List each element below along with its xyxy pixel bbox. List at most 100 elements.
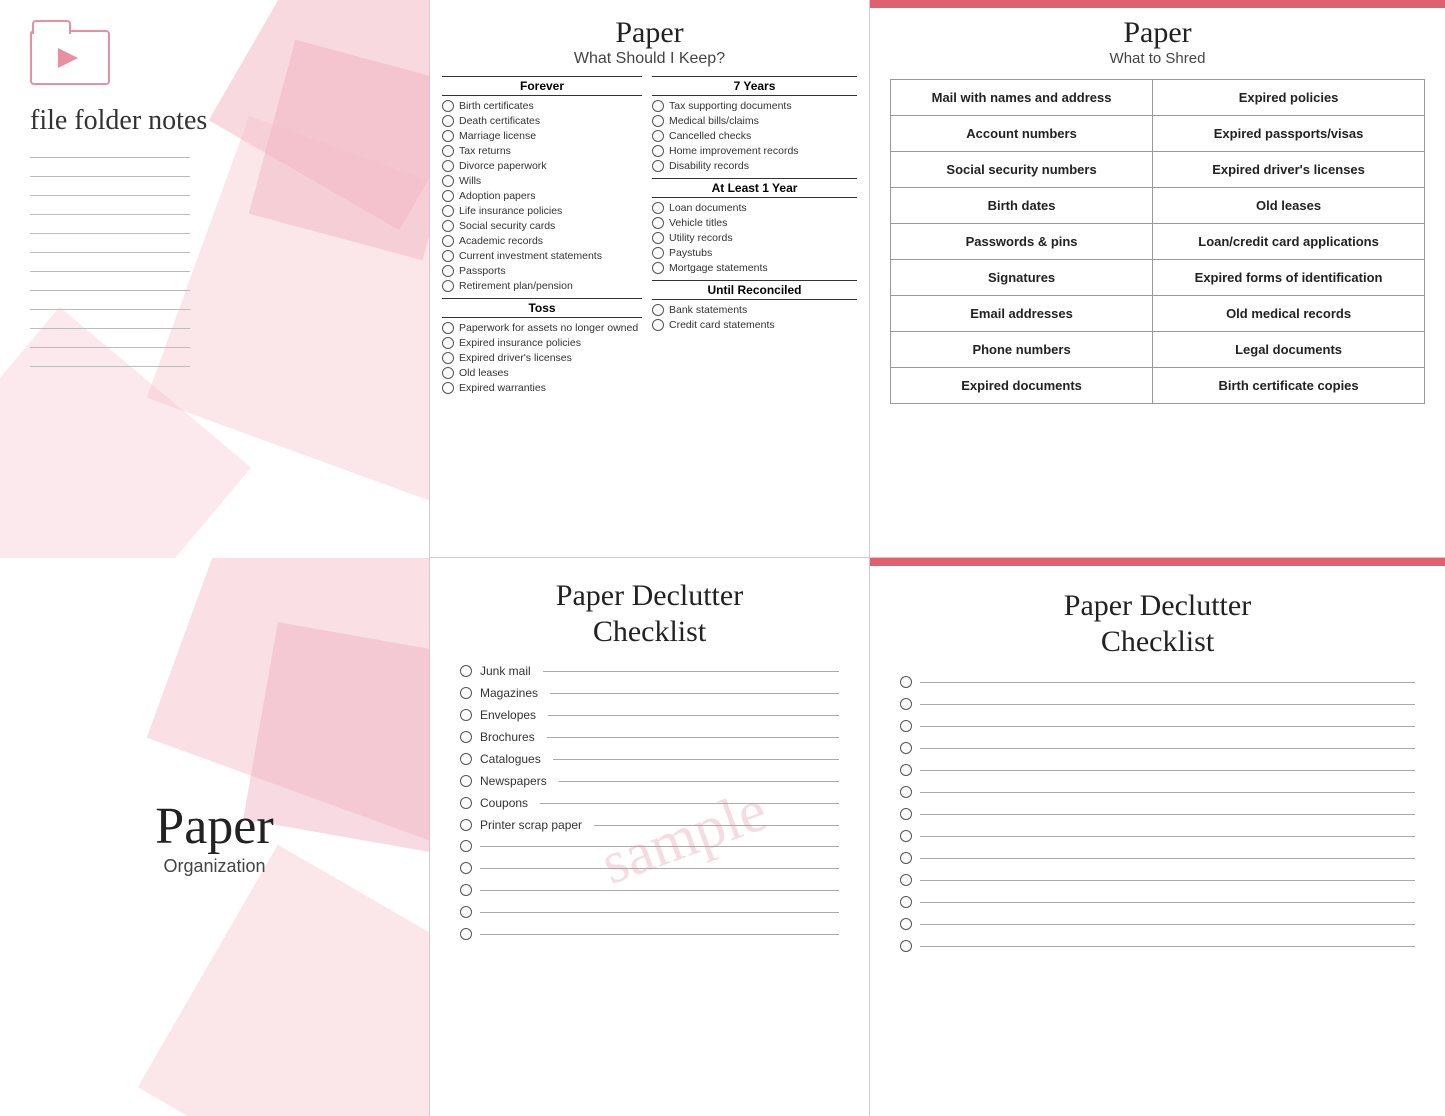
checkbox-icon bbox=[900, 830, 912, 842]
blank-item bbox=[460, 862, 839, 874]
org-pink-deco-3 bbox=[138, 845, 430, 1116]
list-item: Retirement plan/pension bbox=[442, 280, 642, 292]
checkbox-icon bbox=[460, 840, 472, 852]
declutter2-title: Paper DeclutterChecklist bbox=[900, 588, 1415, 660]
checkbox-icon bbox=[900, 918, 912, 930]
blank-item bbox=[460, 840, 839, 852]
list-item: Academic records bbox=[442, 235, 642, 247]
checkbox-icon bbox=[900, 676, 912, 688]
shred-cell: Birth dates bbox=[891, 188, 1153, 224]
list-item: Printer scrap paper bbox=[460, 818, 839, 832]
shred-cell: Old medical records bbox=[1153, 296, 1425, 332]
list-item: Home improvement records bbox=[652, 145, 857, 157]
checkbox-icon bbox=[900, 940, 912, 952]
list-item: Tax returns bbox=[442, 145, 642, 157]
folder-line bbox=[30, 176, 190, 177]
list-item: Mortgage statements bbox=[652, 262, 857, 274]
paper-shred-panel: Paper What to Shred Mail with names and … bbox=[870, 0, 1445, 558]
list-item: Disability records bbox=[652, 160, 857, 172]
folder-icon bbox=[30, 30, 110, 85]
checkbox-icon bbox=[900, 874, 912, 886]
checkbox-icon bbox=[460, 665, 472, 677]
list-item: Magazines bbox=[460, 686, 839, 700]
checkbox-icon bbox=[652, 319, 664, 331]
declutter-checklist-panel: sample Paper DeclutterChecklist Junk mai… bbox=[430, 558, 870, 1116]
list-item: Vehicle titles bbox=[652, 217, 857, 229]
checkbox-icon bbox=[652, 130, 664, 142]
toss-header: Toss bbox=[442, 298, 642, 318]
list-item: Cancelled checks bbox=[652, 130, 857, 142]
declutter-title: Paper DeclutterChecklist bbox=[460, 578, 839, 650]
checkbox-icon bbox=[460, 928, 472, 940]
checkbox-icon bbox=[442, 250, 454, 262]
checkbox-icon bbox=[900, 786, 912, 798]
blank-item bbox=[900, 786, 1415, 798]
blank-item bbox=[900, 676, 1415, 688]
folder-line bbox=[30, 233, 190, 234]
shred-cell: Expired passports/visas bbox=[1153, 116, 1425, 152]
list-item: Catalogues bbox=[460, 752, 839, 766]
shred-cell: Account numbers bbox=[891, 116, 1153, 152]
table-row: Account numbers Expired passports/visas bbox=[891, 116, 1425, 152]
shred-cell: Phone numbers bbox=[891, 332, 1153, 368]
list-item: Junk mail bbox=[460, 664, 839, 678]
pink-accent bbox=[870, 0, 1445, 8]
list-item: Current investment statements bbox=[442, 250, 642, 262]
paper-organization-panel: Paper Organization bbox=[0, 558, 430, 1116]
list-item: Wills bbox=[442, 175, 642, 187]
blank-item bbox=[900, 940, 1415, 952]
panel2-title: Paper bbox=[442, 16, 857, 50]
table-row: Birth dates Old leases bbox=[891, 188, 1425, 224]
checkbox-icon bbox=[442, 145, 454, 157]
checkbox-icon bbox=[460, 775, 472, 787]
seven-years-header: 7 Years bbox=[652, 76, 857, 96]
list-item: Credit card statements bbox=[652, 319, 857, 331]
list-item: Newspapers bbox=[460, 774, 839, 788]
shred-cell: Legal documents bbox=[1153, 332, 1425, 368]
table-row: Social security numbers Expired driver's… bbox=[891, 152, 1425, 188]
blank-item bbox=[900, 896, 1415, 908]
list-item: Divorce paperwork bbox=[442, 160, 642, 172]
checkbox-icon bbox=[442, 190, 454, 202]
list-item: Medical bills/claims bbox=[652, 115, 857, 127]
shred-cell: Expired policies bbox=[1153, 80, 1425, 116]
table-row: Expired documents Birth certificate copi… bbox=[891, 368, 1425, 404]
checkbox-icon bbox=[460, 884, 472, 896]
folder-line bbox=[30, 271, 190, 272]
shred-cell: Signatures bbox=[891, 260, 1153, 296]
org-subtitle: Organization bbox=[155, 856, 273, 877]
blank-item bbox=[900, 830, 1415, 842]
checkbox-icon bbox=[460, 819, 472, 831]
checkbox-icon bbox=[900, 698, 912, 710]
checkbox-icon bbox=[442, 160, 454, 172]
list-item: Expired insurance policies bbox=[442, 337, 642, 349]
shred-cell: Mail with names and address bbox=[891, 80, 1153, 116]
checkbox-icon bbox=[652, 217, 664, 229]
checkbox-icon bbox=[442, 382, 454, 394]
checkbox-icon bbox=[460, 731, 472, 743]
checkbox-icon bbox=[900, 852, 912, 864]
blank-item bbox=[900, 852, 1415, 864]
shred-cell: Expired driver's licenses bbox=[1153, 152, 1425, 188]
checkbox-icon bbox=[442, 205, 454, 217]
checkbox-icon bbox=[652, 232, 664, 244]
checkbox-icon bbox=[442, 367, 454, 379]
list-item: Paystubs bbox=[652, 247, 857, 259]
checkbox-icon bbox=[652, 115, 664, 127]
list-item: Adoption papers bbox=[442, 190, 642, 202]
file-folder-panel: file folder notes bbox=[0, 0, 430, 558]
blank-item bbox=[900, 874, 1415, 886]
folder-line bbox=[30, 347, 190, 348]
org-title: Paper bbox=[155, 797, 273, 856]
list-item: Expired warranties bbox=[442, 382, 642, 394]
shred-cell: Expired forms of identification bbox=[1153, 260, 1425, 296]
checkbox-icon bbox=[442, 115, 454, 127]
table-row: Email addresses Old medical records bbox=[891, 296, 1425, 332]
checkbox-icon bbox=[442, 265, 454, 277]
list-item: Envelopes bbox=[460, 708, 839, 722]
list-item: Coupons bbox=[460, 796, 839, 810]
checkbox-icon bbox=[442, 322, 454, 334]
checkbox-icon bbox=[652, 262, 664, 274]
checkbox-icon bbox=[460, 753, 472, 765]
checkbox-icon bbox=[442, 175, 454, 187]
